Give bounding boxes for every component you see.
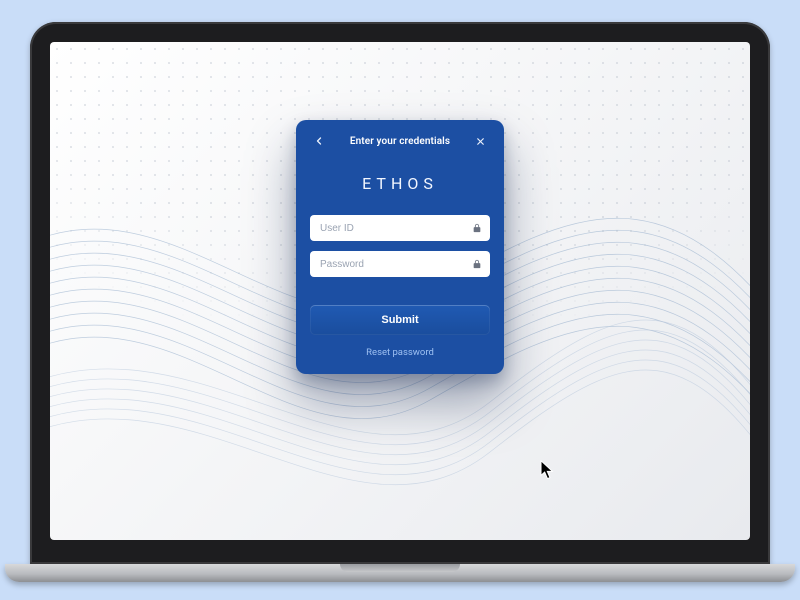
user-id-input[interactable] xyxy=(310,215,490,241)
password-input[interactable] xyxy=(310,251,490,277)
desktop-screen: Enter your credentials ETHOS xyxy=(50,42,750,540)
laptop-base xyxy=(5,564,795,582)
lock-icon xyxy=(472,259,482,269)
dialog-title: Enter your credentials xyxy=(350,136,450,147)
submit-button[interactable]: Submit xyxy=(310,305,490,335)
brand-logo-text: ETHOS xyxy=(310,174,490,193)
laptop-mockup: Enter your credentials ETHOS xyxy=(30,22,770,582)
dialog-header: Enter your credentials xyxy=(310,132,490,150)
lock-icon xyxy=(472,223,482,233)
reset-password-link[interactable]: Reset password xyxy=(310,347,490,358)
password-field-wrapper xyxy=(310,251,490,277)
close-icon[interactable] xyxy=(472,132,490,150)
user-id-field-wrapper xyxy=(310,215,490,241)
laptop-bezel: Enter your credentials ETHOS xyxy=(30,22,770,564)
login-dialog: Enter your credentials ETHOS xyxy=(296,120,504,374)
back-icon[interactable] xyxy=(310,132,328,150)
